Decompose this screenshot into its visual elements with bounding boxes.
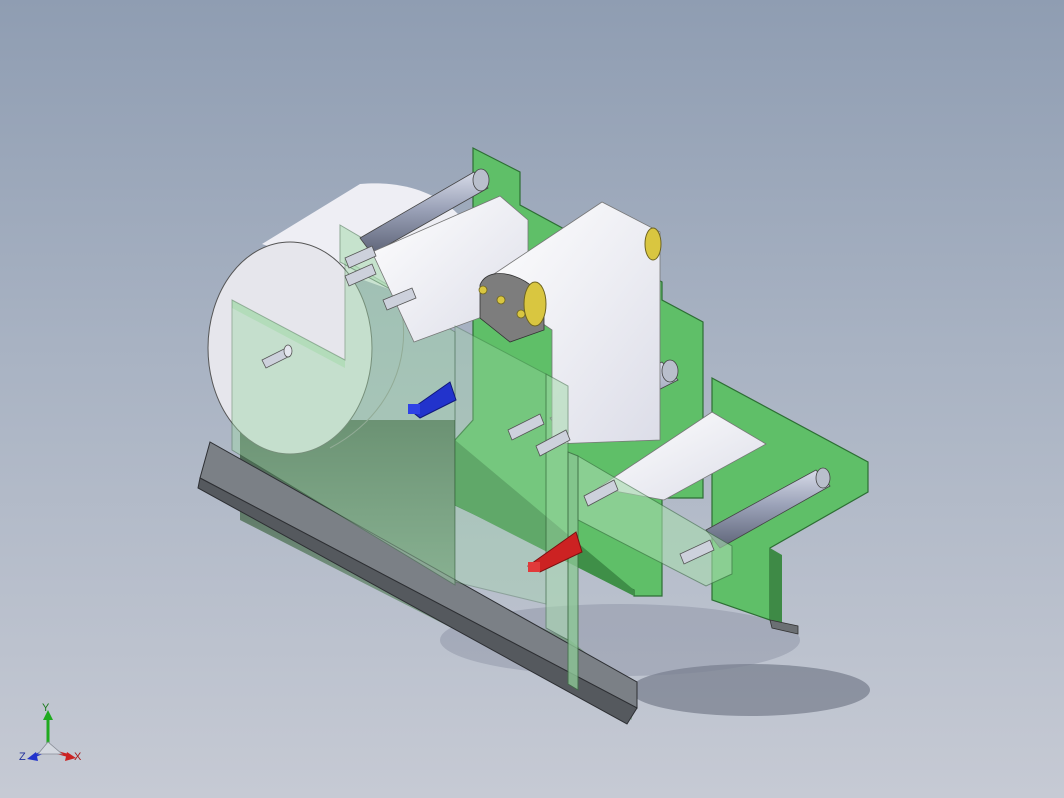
x-axis-label: X <box>74 751 82 763</box>
triad-base <box>37 741 64 755</box>
orientation-triad[interactable]: Y Z X <box>18 702 90 774</box>
z-axis-label: Z <box>19 751 26 763</box>
z-axis-arrow <box>27 752 38 761</box>
y-axis-label: Y <box>42 702 50 714</box>
cad-viewport[interactable]: Y Z X <box>0 0 1064 798</box>
machine-assembly-model[interactable] <box>0 0 1064 798</box>
